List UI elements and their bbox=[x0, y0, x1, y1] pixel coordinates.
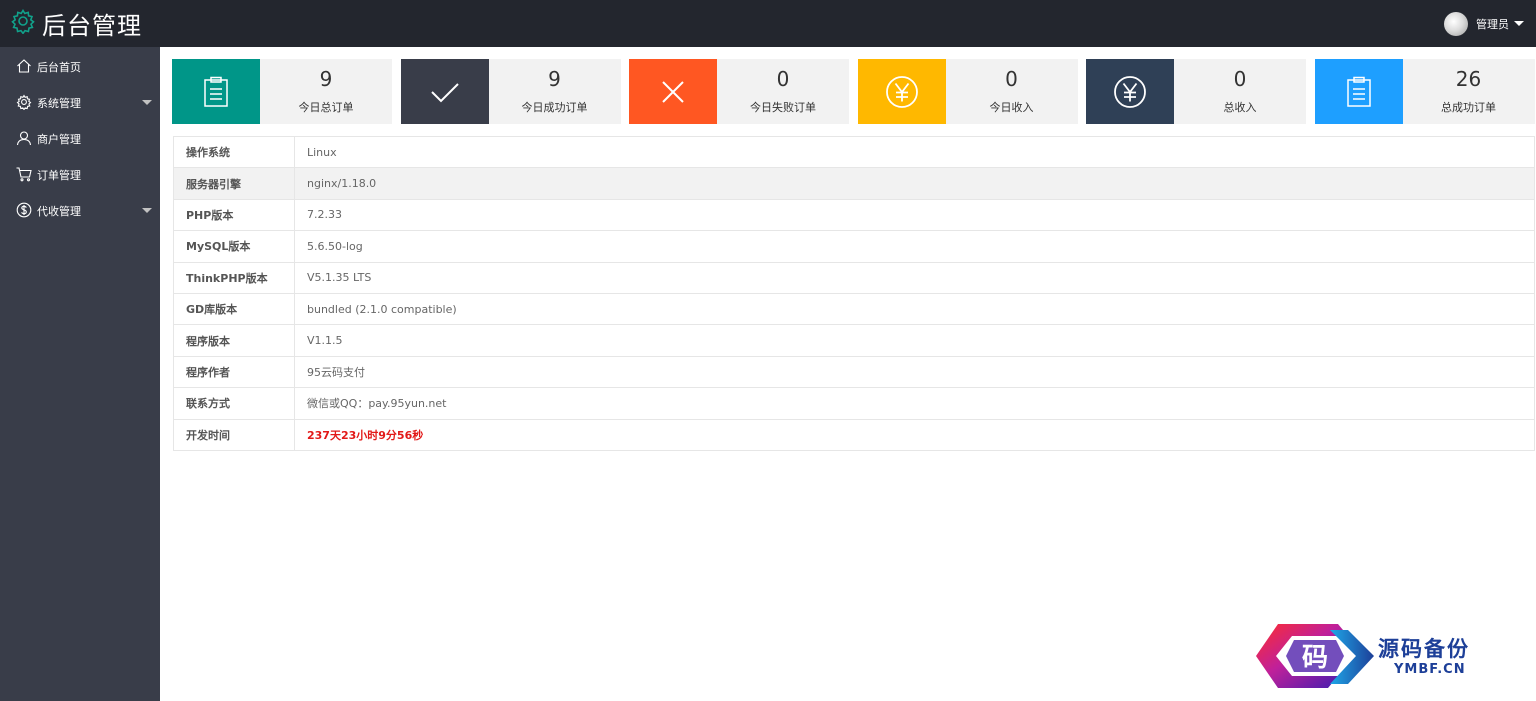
row-value: V1.1.5 bbox=[294, 324, 1535, 357]
table-row: 程序版本 V1.1.5 bbox=[173, 324, 1535, 357]
stat-value: 26 bbox=[1455, 67, 1482, 91]
chevron-down-icon[interactable] bbox=[142, 100, 152, 105]
stat-label: 今日成功订单 bbox=[521, 101, 588, 114]
stat-card-total-success: 26 总成功订单 bbox=[1314, 59, 1535, 124]
row-value: Linux bbox=[294, 135, 1535, 169]
stat-card-today-orders: 9 今日总订单 bbox=[172, 59, 392, 124]
sidebar-item-label: 订单管理 bbox=[37, 169, 81, 182]
close-icon bbox=[629, 59, 717, 124]
stats-cards: 9 今日总订单 9 今日成功订单 0 今日失败订单 0 今日收入 0 总收入 2… bbox=[172, 59, 1535, 124]
system-info-table: 操作系统 Linux 服务器引擎 nginx/1.18.0 PHP版本 7.2.… bbox=[173, 135, 1535, 451]
clipboard-icon bbox=[1314, 59, 1403, 124]
dollar-icon bbox=[16, 202, 37, 221]
gear-icon bbox=[16, 93, 37, 113]
top-bar: 后台管理 管理员 bbox=[0, 0, 1536, 47]
stat-value: 9 bbox=[548, 67, 561, 91]
table-row: 联系方式 微信或QQ：pay.95yun.net bbox=[173, 387, 1535, 420]
stat-card-total-income: 0 总收入 bbox=[1086, 59, 1306, 124]
sidebar-item-merchants[interactable]: 商户管理 bbox=[0, 121, 160, 157]
home-icon bbox=[16, 58, 37, 77]
row-label: 程序版本 bbox=[173, 324, 295, 357]
row-label: 联系方式 bbox=[173, 387, 295, 420]
watermark-glyph: 码 bbox=[1302, 643, 1328, 673]
row-label: PHP版本 bbox=[173, 198, 295, 232]
row-value: 237天23小时9分56秒 bbox=[294, 418, 1535, 451]
row-value: 微信或QQ：pay.95yun.net bbox=[294, 387, 1535, 420]
cart-icon bbox=[16, 166, 37, 185]
user-menu[interactable]: 管理员 bbox=[1444, 11, 1524, 36]
stat-label: 今日失败订单 bbox=[750, 101, 816, 114]
watermark-emblem: 码 bbox=[1256, 624, 1374, 688]
stat-card-today-failed: 0 今日失败订单 bbox=[629, 59, 849, 124]
sidebar-item-collection[interactable]: 代收管理 bbox=[0, 193, 160, 229]
table-row: 服务器引擎 nginx/1.18.0 bbox=[173, 167, 1535, 200]
row-label: 操作系统 bbox=[173, 135, 295, 169]
sidebar-item-label: 商户管理 bbox=[37, 133, 81, 146]
table-row: 程序作者 95云码支付 bbox=[173, 355, 1535, 389]
avatar[interactable] bbox=[1444, 11, 1468, 36]
watermark-logo: 码 源码备份 YMBF.CN bbox=[1254, 622, 1506, 690]
sidebar-item-label: 后台首页 bbox=[37, 61, 81, 74]
stat-value: 9 bbox=[319, 67, 333, 91]
watermark-sub: YMBF.CN bbox=[1394, 662, 1466, 677]
yen-icon bbox=[857, 59, 946, 124]
sidebar-item-system[interactable]: 系统管理 bbox=[0, 85, 160, 121]
stat-label: 今日收入 bbox=[989, 101, 1034, 114]
stat-label: 总收入 bbox=[1223, 101, 1257, 114]
row-value: V5.1.35 LTS bbox=[294, 261, 1535, 294]
row-label: MySQL版本 bbox=[173, 230, 295, 263]
table-row: 操作系统 Linux bbox=[173, 135, 1535, 169]
stat-label: 总成功订单 bbox=[1441, 101, 1496, 114]
table-row: 开发时间 237天23小时9分56秒 bbox=[173, 418, 1535, 451]
row-label: GD库版本 bbox=[173, 292, 295, 326]
row-value: 7.2.33 bbox=[294, 198, 1535, 232]
table-row: PHP版本 7.2.33 bbox=[173, 198, 1535, 232]
table-row: GD库版本 bundled (2.1.0 compatible) bbox=[173, 292, 1535, 326]
stat-label: 今日总订单 bbox=[298, 101, 354, 114]
stat-card-today-income: 0 今日收入 bbox=[857, 59, 1078, 124]
yen-icon bbox=[1086, 59, 1174, 124]
check-icon bbox=[400, 59, 489, 124]
chevron-down-icon[interactable] bbox=[142, 208, 152, 213]
table-row: ThinkPHP版本 V5.1.35 LTS bbox=[173, 261, 1535, 294]
sidebar-item-label: 代收管理 bbox=[37, 205, 81, 218]
watermark-text: 源码备份 bbox=[1378, 636, 1470, 661]
chevron-down-icon[interactable] bbox=[1514, 21, 1524, 26]
row-label: 开发时间 bbox=[173, 418, 295, 451]
row-value: bundled (2.1.0 compatible) bbox=[294, 292, 1535, 326]
stat-value: 0 bbox=[1005, 67, 1018, 91]
user-name[interactable]: 管理员 bbox=[1476, 16, 1509, 32]
row-label: 程序作者 bbox=[173, 355, 295, 389]
sidebar-item-label: 系统管理 bbox=[37, 97, 81, 110]
stat-value: 0 bbox=[1233, 67, 1247, 91]
row-value: 95云码支付 bbox=[294, 355, 1535, 389]
stat-value: 0 bbox=[776, 67, 790, 91]
table-row: MySQL版本 5.6.50-log bbox=[173, 230, 1535, 263]
app-title: 后台管理 bbox=[42, 11, 142, 40]
clipboard-icon bbox=[172, 59, 260, 124]
sidebar-item-orders[interactable]: 订单管理 bbox=[0, 157, 160, 193]
logo[interactable]: 后台管理 bbox=[10, 8, 142, 40]
row-value: nginx/1.18.0 bbox=[294, 167, 1535, 200]
stat-card-today-success: 9 今日成功订单 bbox=[400, 59, 621, 124]
gear-icon bbox=[10, 8, 36, 38]
row-label: ThinkPHP版本 bbox=[173, 261, 295, 294]
row-value: 5.6.50-log bbox=[294, 230, 1535, 263]
row-label: 服务器引擎 bbox=[173, 167, 295, 200]
sidebar-item-dashboard[interactable]: 后台首页 bbox=[0, 49, 160, 85]
sidebar: 后台首页 系统管理 商户管理 订单管理 代收管理 bbox=[0, 47, 160, 701]
user-icon bbox=[16, 130, 37, 149]
